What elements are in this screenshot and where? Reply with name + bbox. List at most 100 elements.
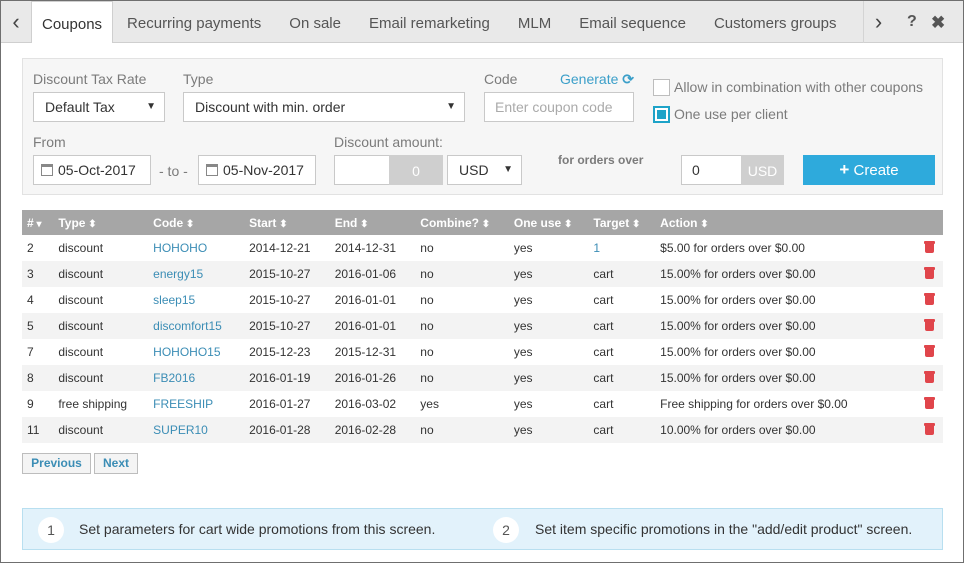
plus-icon: + xyxy=(839,160,850,179)
column-header-label: Start xyxy=(249,215,277,230)
trash-icon[interactable] xyxy=(924,344,935,357)
tab-mlm[interactable]: MLM xyxy=(504,1,565,43)
trash-icon[interactable] xyxy=(924,240,935,253)
cell-combine: yes xyxy=(420,397,439,411)
trash-icon[interactable] xyxy=(924,396,935,409)
cell-code[interactable]: FB2016 xyxy=(148,365,244,391)
trash-icon[interactable] xyxy=(924,266,935,279)
cell-start: 2015-10-27 xyxy=(249,319,311,333)
cell-code[interactable]: energy15 xyxy=(148,261,244,287)
trash-icon[interactable] xyxy=(924,318,935,331)
from-date-input[interactable]: 05-Oct-2017 xyxy=(33,155,151,185)
currency-select[interactable]: USD ▼ xyxy=(447,155,522,185)
column-header-end[interactable]: End ⬍ xyxy=(330,210,416,235)
tab-coupons[interactable]: Coupons xyxy=(31,1,114,43)
cell-code[interactable]: HOHOHO xyxy=(148,235,244,261)
column-header-one-use[interactable]: One use ⬍ xyxy=(509,210,589,235)
tab-recurring-payments[interactable]: Recurring payments xyxy=(113,1,275,43)
to-date-input[interactable]: 05-Nov-2017 xyxy=(198,155,316,185)
cell-target: cart xyxy=(593,397,614,411)
tab-on-sale[interactable]: On sale xyxy=(275,1,355,43)
tax-rate-value: Default Tax xyxy=(45,99,115,115)
cell-target[interactable]: 1 xyxy=(588,235,655,261)
column-header-target[interactable]: Target ⬍ xyxy=(588,210,655,235)
sort-icon: ⬍ xyxy=(357,218,369,230)
cell-code[interactable]: SUPER10 xyxy=(148,417,244,443)
cell-delete xyxy=(919,287,943,313)
tab-quan[interactable]: Quan xyxy=(851,1,864,43)
one-use-label: One use per client xyxy=(674,106,788,122)
tab-list: Coupons Recurring payments On sale Email re… xyxy=(31,1,863,43)
scroll-tabs-left-button[interactable]: ‹ xyxy=(1,1,31,43)
sort-desc-icon: ▾ xyxy=(33,218,42,230)
currency-value: USD xyxy=(459,162,489,178)
table-row: 3 discount energy15 2015-10-27 2016-01-06 no y… xyxy=(22,261,943,287)
table-row: 7 discount HOHOHO15 2015-12-23 2015-12-31 no y… xyxy=(22,339,943,365)
help-icon[interactable]: ? xyxy=(907,13,917,31)
discount-amount-input[interactable] xyxy=(334,155,390,185)
close-icon[interactable]: ✖ xyxy=(931,13,945,33)
cell-code[interactable]: sleep15 xyxy=(148,287,244,313)
to-date-value: 05-Nov-2017 xyxy=(223,162,304,178)
trash-icon[interactable] xyxy=(924,370,935,383)
scroll-tabs-right-button[interactable]: › xyxy=(863,1,893,43)
column-header-combine[interactable]: Combine? ⬍ xyxy=(415,210,509,235)
sort-icon: ⬍ xyxy=(561,218,573,230)
cell-delete xyxy=(919,261,943,287)
cell-one-use: yes xyxy=(513,397,533,411)
cell-end: 2016-01-01 xyxy=(334,319,397,333)
tab-email-sequence[interactable]: Email sequence xyxy=(565,1,700,43)
cell-id: 9 xyxy=(27,397,34,411)
cell-action: Free shipping for orders over $0.00 xyxy=(660,397,848,411)
previous-page-button[interactable]: Previous xyxy=(22,453,91,474)
type-value: Discount with min. order xyxy=(195,99,346,115)
cell-end: 2016-01-06 xyxy=(334,267,397,281)
refresh-icon: ⟳ xyxy=(622,71,634,87)
create-button[interactable]: + Create xyxy=(803,155,935,185)
cell-one-use: yes xyxy=(513,241,533,255)
cell-end: 2016-02-28 xyxy=(334,423,397,437)
cell-action: 15.00% for orders over $0.00 xyxy=(660,267,816,281)
cell-end: 2014-12-31 xyxy=(334,241,397,255)
cell-combine: no xyxy=(420,293,434,307)
cell-type: discount xyxy=(58,319,104,333)
coupon-code-input[interactable]: Enter coupon code xyxy=(484,92,634,122)
column-header-label: Target xyxy=(593,215,630,230)
trash-icon[interactable] xyxy=(924,422,935,435)
column-header-id[interactable]: # ▾ xyxy=(22,210,53,235)
help-info-box: 1 Set parameters for cart wide promotion… xyxy=(22,508,943,550)
column-header-label: Code xyxy=(153,215,184,230)
cell-id: 4 xyxy=(27,293,34,307)
type-select[interactable]: Discount with min. order ▼ xyxy=(183,92,465,122)
tax-rate-select[interactable]: Default Tax ▼ xyxy=(33,92,165,122)
cell-type: free shipping xyxy=(58,397,128,411)
cell-code[interactable]: HOHOHO15 xyxy=(148,339,244,365)
one-use-checkbox[interactable] xyxy=(653,106,670,123)
orders-over-input[interactable]: 0 xyxy=(681,155,743,185)
column-header-start[interactable]: Start ⬍ xyxy=(244,210,330,235)
cell-end: 2016-03-02 xyxy=(334,397,397,411)
column-header-code[interactable]: Code ⬍ xyxy=(148,210,244,235)
calendar-icon xyxy=(206,164,218,176)
cell-one-use: yes xyxy=(513,319,533,333)
generate-label: Generate xyxy=(560,71,619,87)
cell-id: 8 xyxy=(27,371,34,385)
cell-start: 2016-01-19 xyxy=(249,371,311,385)
tab-customers-groups[interactable]: Customers groups xyxy=(700,1,851,43)
cell-start: 2015-10-27 xyxy=(249,293,311,307)
combine-label: Allow in combination with other coupons xyxy=(674,79,924,95)
cell-delete xyxy=(919,235,943,261)
combine-checkbox[interactable] xyxy=(653,79,670,96)
column-header-type[interactable]: Type ⬍ xyxy=(53,210,148,235)
cell-code[interactable]: discomfort15 xyxy=(148,313,244,339)
table-body: 2 discount HOHOHO 2014-12-21 2014-12-31 no yes… xyxy=(22,235,943,443)
cell-code[interactable]: FREESHIP xyxy=(148,391,244,417)
next-page-button[interactable]: Next xyxy=(94,453,138,474)
calendar-icon xyxy=(41,164,53,176)
discount-amount-value: 0 xyxy=(389,155,443,185)
column-header-action[interactable]: Action ⬍ xyxy=(655,210,919,235)
generate-link[interactable]: Generate ⟳ xyxy=(560,71,634,88)
tab-email-remarketing[interactable]: Email remarketing xyxy=(355,1,504,43)
trash-icon[interactable] xyxy=(924,292,935,305)
sort-icon: ⬍ xyxy=(276,218,288,230)
